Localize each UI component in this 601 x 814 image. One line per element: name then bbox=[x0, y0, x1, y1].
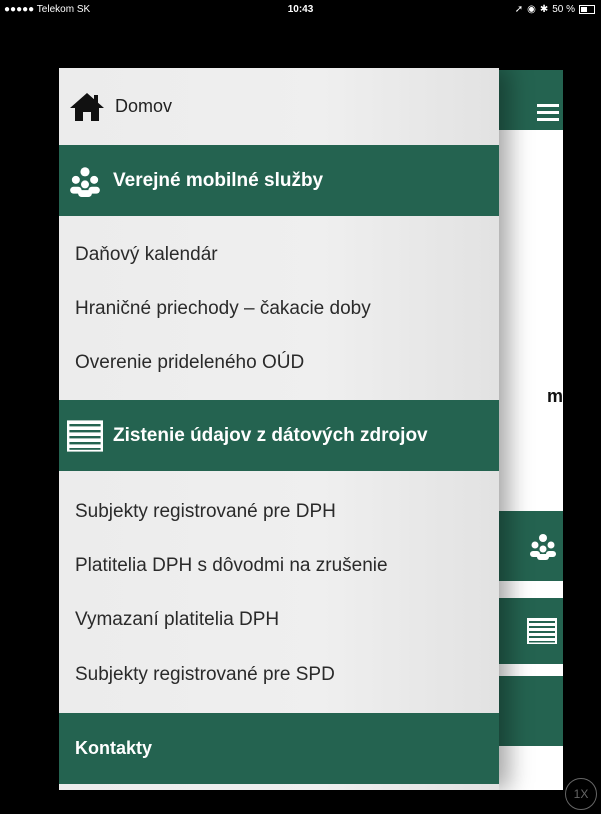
home-icon bbox=[70, 92, 104, 121]
people-group-icon bbox=[70, 166, 100, 197]
nav-item-subjekty-spd[interactable]: Subjekty registrované pre SPD bbox=[75, 664, 335, 686]
clock: 10:43 bbox=[287, 4, 314, 15]
status-bar: ●●●●● Telekom SK 10:43 ➚ ◉ ✱ 50 % bbox=[0, 0, 601, 22]
location-icon: ➚ bbox=[514, 4, 524, 15]
section-title: Verejné mobilné služby bbox=[113, 169, 324, 191]
nav-item-vymazani-platitelia[interactable]: Vymazaní platitelia DPH bbox=[75, 609, 279, 631]
section-header-contacts[interactable]: Kontakty bbox=[59, 713, 499, 784]
nav-item-hranicne-priechody[interactable]: Hraničné priechody – čakacie doby bbox=[75, 298, 371, 320]
navigation-drawer: Domov Verejné mobilné služby Daňový kale… bbox=[59, 68, 499, 790]
battery-percent: 50 % bbox=[552, 4, 575, 15]
alarm-icon: ◉ bbox=[527, 4, 536, 15]
section-header-data-sources[interactable]: Zistenie údajov z dátových zdrojov bbox=[59, 400, 499, 471]
section-title: Zistenie údajov z dátových zdrojov bbox=[113, 424, 428, 446]
list-icon bbox=[527, 618, 557, 644]
nav-item-subjekty-dph[interactable]: Subjekty registrované pre DPH bbox=[75, 501, 336, 523]
zoom-badge[interactable]: 1X bbox=[565, 778, 597, 810]
bluetooth-icon: ✱ bbox=[539, 4, 549, 15]
section-title: Kontakty bbox=[75, 738, 153, 758]
section-header-services[interactable]: Verejné mobilné služby bbox=[59, 145, 499, 216]
nav-item-danovy-kalendar[interactable]: Daňový kalendár bbox=[75, 244, 218, 266]
status-right: ➚ ◉ ✱ 50 % bbox=[515, 4, 595, 15]
list-icon bbox=[67, 419, 103, 452]
nav-home[interactable]: Domov bbox=[59, 68, 499, 145]
home-label: Domov bbox=[115, 96, 173, 116]
battery-icon bbox=[579, 5, 595, 14]
nav-item-platitelia-dph-zrusenie[interactable]: Platitelia DPH s dôvodmi na zrušenie bbox=[75, 555, 388, 577]
people-group-icon bbox=[530, 534, 556, 560]
partial-title: m bbox=[546, 386, 563, 406]
hamburger-menu-icon[interactable] bbox=[537, 104, 559, 121]
nav-item-overenie-oud[interactable]: Overenie prideleného OÚD bbox=[75, 352, 304, 374]
